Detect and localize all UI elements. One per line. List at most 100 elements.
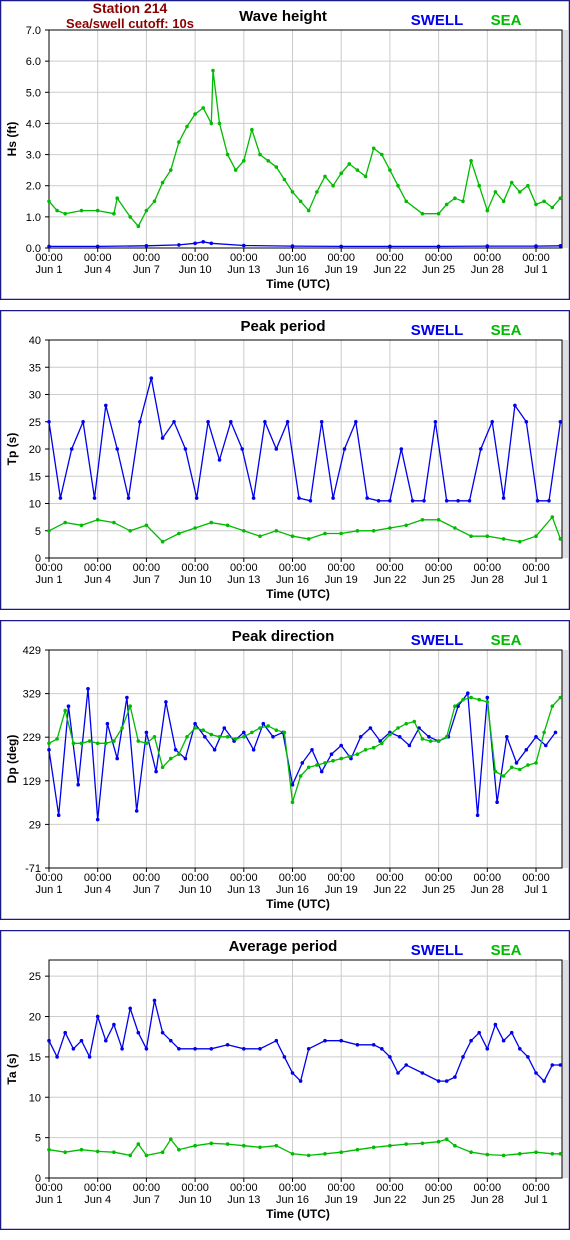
data-point-swell (193, 721, 197, 726)
data-point-sea (209, 520, 214, 525)
data-point-swell (477, 1030, 482, 1035)
data-point-sea (225, 152, 230, 157)
x-tick-time-label: 00:00 (230, 252, 258, 264)
x-tick-date-label: Jun 1 (36, 1194, 63, 1206)
data-point-sea (453, 704, 457, 708)
data-point-sea (306, 1153, 311, 1158)
x-tick-time-label: 00:00 (84, 872, 112, 884)
data-point-sea (371, 1145, 376, 1150)
data-point-sea (71, 741, 76, 746)
data-point-swell (509, 1030, 514, 1035)
data-point-swell (242, 730, 246, 735)
data-point-sea (371, 529, 376, 533)
data-point-swell (485, 1047, 490, 1051)
x-tick-time-label: 00:00 (522, 562, 550, 574)
x-tick-time-label: 00:00 (84, 562, 112, 574)
data-point-sea (355, 529, 360, 533)
x-tick-date-label: Jun 1 (36, 264, 63, 276)
data-point-sea (339, 531, 344, 536)
data-point-sea (436, 518, 441, 522)
data-point-sea (331, 183, 335, 188)
data-point-sea (420, 518, 425, 522)
data-point-sea (518, 539, 522, 544)
wave-height-panel: 0.0 1.0 2.0 3.0 4.0 5.0 6.0 7.0 00:00 Jun 1 00:00 J… (0, 0, 570, 300)
y-tick-label: 35 (29, 362, 41, 374)
data-point-sea (258, 152, 262, 157)
data-point-sea (47, 741, 51, 746)
data-point-swell (358, 735, 363, 739)
data-point-swell (342, 447, 347, 451)
y-tick-label: 10 (29, 1092, 41, 1104)
data-point-sea (363, 174, 368, 179)
data-point-swell (422, 499, 426, 503)
x-tick-date-label: Jul 1 (524, 1194, 547, 1206)
legend-sea: SEA (491, 942, 522, 959)
data-point-sea (225, 1142, 230, 1146)
data-point-sea (534, 534, 538, 538)
data-point-sea (396, 183, 400, 188)
plot-side-strip (562, 650, 568, 868)
data-point-sea (160, 180, 165, 185)
data-point-sea (558, 537, 563, 541)
data-point-sea (47, 529, 51, 533)
data-point-swell (420, 1071, 425, 1075)
data-point-swell (128, 1006, 132, 1011)
data-point-sea (420, 1141, 425, 1146)
data-point-swell (323, 1038, 327, 1043)
data-point-swell (149, 376, 154, 380)
data-point-sea (347, 162, 352, 166)
x-tick-time-label: 00:00 (35, 252, 63, 264)
data-point-sea (274, 529, 279, 533)
data-point-swell (125, 695, 129, 700)
data-point-swell (152, 998, 157, 1003)
data-point-swell (183, 447, 188, 451)
data-point-sea (185, 735, 189, 739)
plot-area (48, 959, 563, 1179)
x-tick-date-label: Jun 19 (325, 884, 358, 896)
data-point-swell (112, 1022, 116, 1027)
x-tick-time-label: 00:00 (133, 252, 161, 264)
x-tick-date-label: Jun 22 (373, 264, 406, 276)
data-point-swell (298, 1079, 303, 1083)
data-point-sea (152, 199, 157, 204)
x-tick-time-label: 00:00 (425, 1182, 453, 1194)
data-point-sea (79, 741, 84, 746)
data-point-swell (456, 499, 460, 503)
data-point-swell (505, 735, 509, 739)
data-point-sea (144, 741, 149, 746)
data-point-sea (558, 1152, 563, 1156)
plot-area (48, 29, 563, 249)
data-point-sea (485, 208, 490, 213)
data-point-swell (206, 420, 210, 424)
data-point-swell (427, 735, 431, 739)
data-point-swell (514, 761, 519, 765)
data-point-swell (380, 1047, 384, 1051)
data-point-swell (319, 420, 324, 424)
data-point-sea (501, 199, 506, 204)
data-point-sea (420, 737, 425, 741)
data-point-swell (209, 1047, 214, 1051)
legend-sea: SEA (491, 12, 522, 29)
data-point-sea (339, 171, 344, 176)
data-point-sea (266, 724, 271, 728)
data-point-swell (319, 769, 324, 774)
data-point-sea (404, 1142, 409, 1146)
data-point-swell (212, 748, 217, 752)
data-point-sea (258, 726, 262, 730)
x-tick-date-label: Jul 1 (524, 574, 547, 586)
data-point-sea (388, 732, 392, 737)
data-point-sea (428, 739, 433, 743)
data-point-sea (160, 1150, 165, 1154)
data-point-swell (282, 1055, 287, 1059)
x-tick-time-label: 00:00 (425, 872, 453, 884)
y-tick-label: 5.0 (26, 87, 41, 99)
data-point-sea (323, 531, 327, 536)
y-tick-label: 25 (29, 417, 41, 429)
x-tick-time-label: 00:00 (84, 1182, 112, 1194)
data-point-sea (169, 168, 173, 172)
chart-title: Peak period (240, 318, 325, 335)
x-tick-time-label: 00:00 (279, 562, 307, 574)
x-tick-date-label: Jun 13 (227, 1194, 260, 1206)
x-tick-time-label: 00:00 (474, 252, 502, 264)
x-tick-time-label: 00:00 (474, 872, 502, 884)
